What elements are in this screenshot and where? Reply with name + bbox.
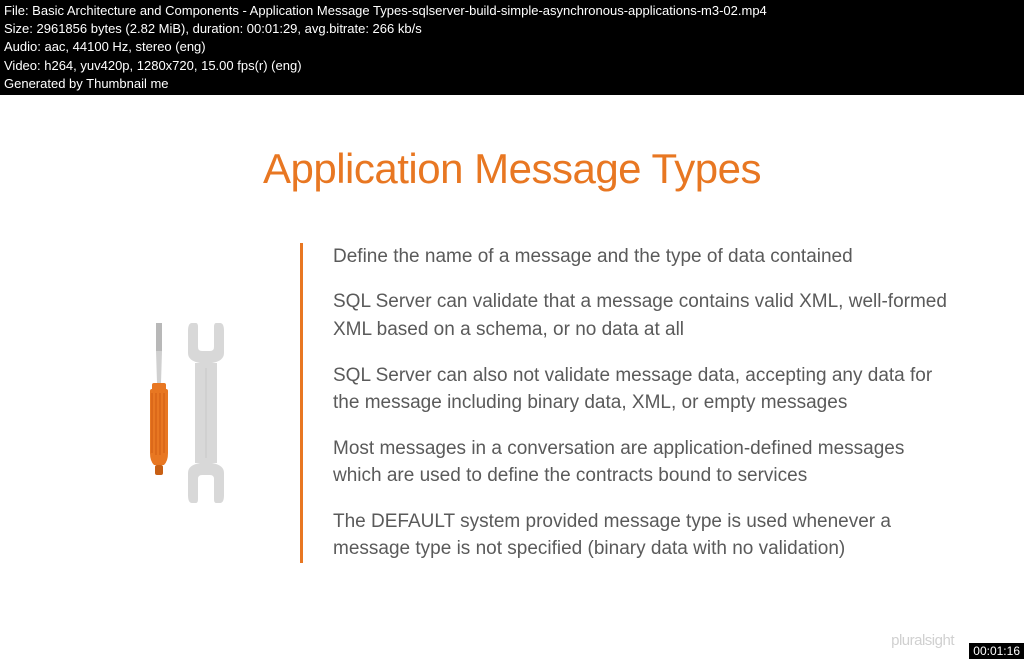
size-line: Size: 2961856 bytes (2.82 MiB), duration…: [4, 20, 1020, 38]
metadata-header: File: Basic Architecture and Components …: [0, 0, 1024, 95]
brand-watermark: pluralsight: [891, 632, 954, 649]
timestamp-overlay: 00:01:16: [969, 643, 1024, 659]
icon-column: [130, 243, 300, 563]
file-line: File: Basic Architecture and Components …: [4, 2, 1020, 20]
audio-line: Audio: aac, 44100 Hz, stereo (eng): [4, 38, 1020, 56]
slide-title: Application Message Types: [0, 145, 1024, 193]
generated-line: Generated by Thumbnail me: [4, 75, 1020, 93]
bullet-4: Most messages in a conversation are appl…: [333, 435, 954, 490]
bullet-5: The DEFAULT system provided message type…: [333, 508, 954, 563]
bullet-2: SQL Server can validate that a message c…: [333, 288, 954, 343]
text-column: Define the name of a message and the typ…: [300, 243, 994, 563]
bullet-3: SQL Server can also not validate message…: [333, 362, 954, 417]
slide-body: Define the name of a message and the typ…: [0, 243, 1024, 563]
video-line: Video: h264, yuv420p, 1280x720, 15.00 fp…: [4, 57, 1020, 75]
tools-icon: [130, 313, 250, 513]
slide: Application Message Types Define the nam…: [0, 95, 1024, 563]
bullet-1: Define the name of a message and the typ…: [333, 243, 954, 271]
